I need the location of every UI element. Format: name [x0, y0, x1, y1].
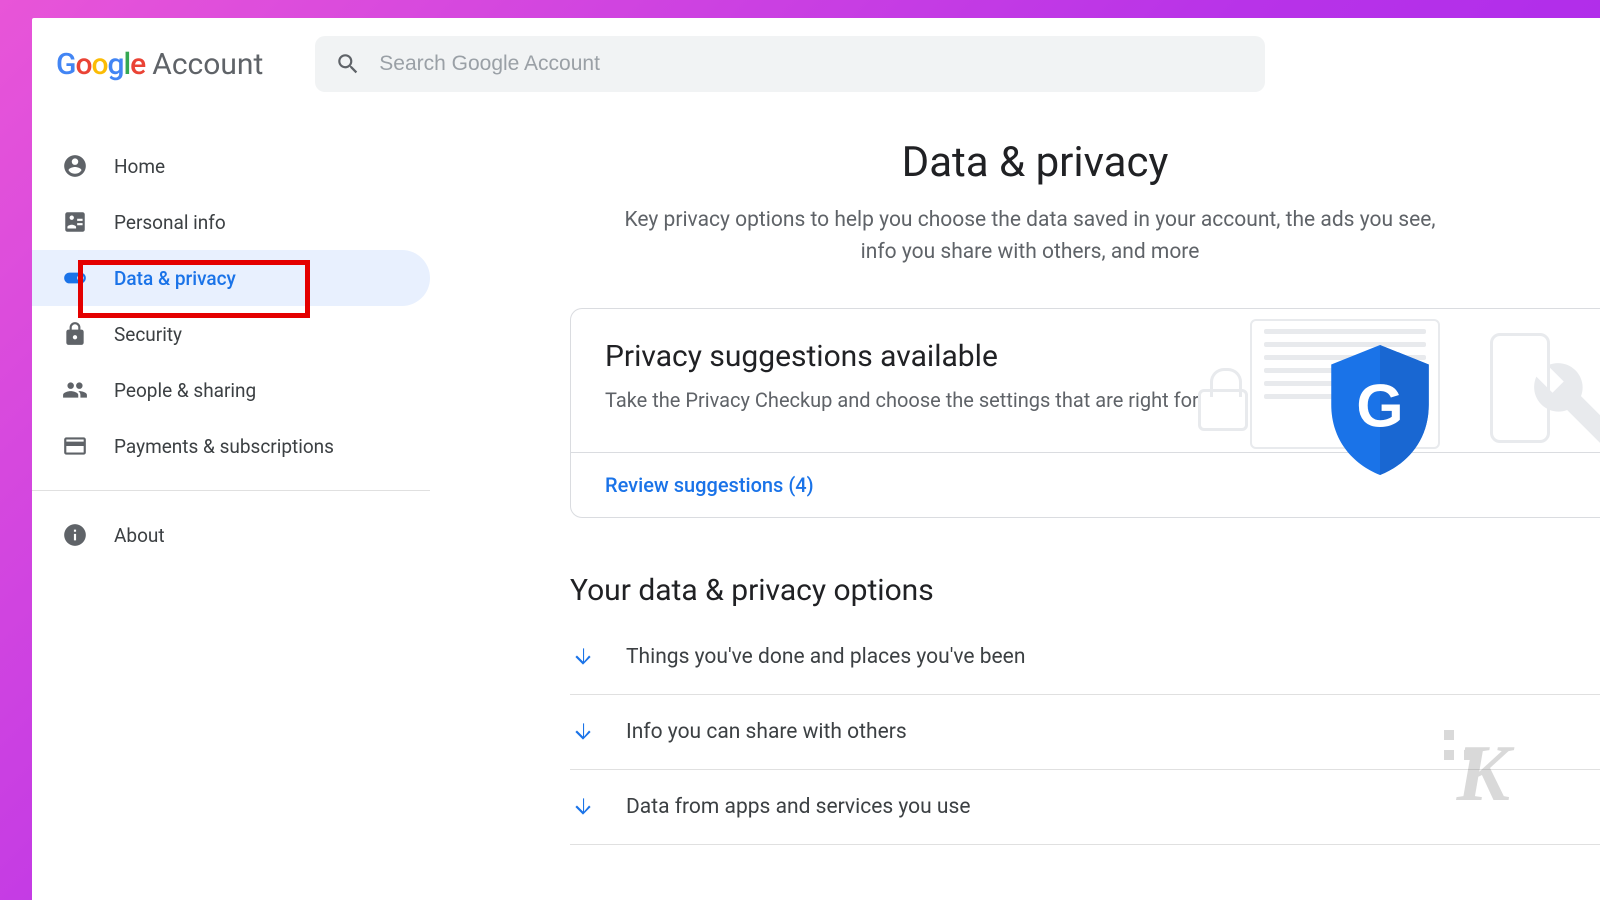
option-row-activity[interactable]: Things you've done and places you've bee…: [570, 638, 1600, 695]
svg-text:G: G: [1356, 371, 1403, 439]
google-account-logo[interactable]: Google Account: [56, 47, 263, 82]
sidebar-item-home[interactable]: Home: [32, 138, 430, 194]
sidebar: Home Personal info Data & privacy Securi…: [32, 110, 430, 897]
sidebar-item-people-sharing[interactable]: People & sharing: [32, 362, 430, 418]
sidebar-item-payments[interactable]: Payments & subscriptions: [32, 418, 430, 474]
sidebar-item-label: About: [114, 524, 165, 547]
wrench-icon: [1530, 359, 1600, 449]
option-row-apps-data[interactable]: Data from apps and services you use: [570, 770, 1600, 845]
top-bar: Google Account: [32, 18, 1600, 110]
user-circle-icon: [62, 153, 88, 179]
google-logo-text: Google: [56, 47, 145, 82]
page-title: Data & privacy: [470, 138, 1600, 187]
shield-g-icon: G: [1325, 345, 1435, 475]
main-content: Data & privacy Key privacy options to he…: [430, 110, 1600, 897]
lock-icon: [1198, 389, 1248, 431]
credit-card-icon: [62, 433, 88, 459]
review-suggestions-link[interactable]: Review suggestions (4): [605, 473, 814, 497]
data-privacy-options-section: Your data & privacy options Things you'v…: [570, 573, 1600, 845]
arrow-down-icon: [570, 644, 596, 670]
search-icon: [335, 51, 361, 77]
search-input[interactable]: [379, 52, 1245, 76]
arrow-down-icon: [570, 719, 596, 745]
annotation-red-box: [78, 260, 310, 318]
option-label: Info you can share with others: [626, 720, 907, 744]
arrow-down-icon: [570, 794, 596, 820]
privacy-illustration: G: [1180, 319, 1600, 489]
options-title: Your data & privacy options: [570, 573, 1600, 608]
sidebar-item-label: Personal info: [114, 211, 226, 234]
search-bar[interactable]: [315, 36, 1265, 92]
sidebar-item-personal-info[interactable]: Personal info: [32, 194, 430, 250]
account-word: Account: [152, 47, 263, 82]
info-icon: [62, 522, 88, 548]
sidebar-item-about[interactable]: About: [32, 507, 430, 563]
watermark: K: [1457, 729, 1510, 820]
people-icon: [62, 377, 88, 403]
sidebar-item-label: Home: [114, 155, 165, 178]
sidebar-item-label: Security: [114, 323, 182, 346]
option-label: Data from apps and services you use: [626, 795, 970, 819]
privacy-suggestions-card: Privacy suggestions available Take the P…: [570, 308, 1600, 518]
id-card-icon: [62, 209, 88, 235]
lock-icon: [62, 321, 88, 347]
sidebar-divider: [32, 490, 430, 491]
sidebar-item-label: People & sharing: [114, 379, 256, 402]
option-label: Things you've done and places you've bee…: [626, 645, 1025, 669]
sidebar-item-label: Payments & subscriptions: [114, 435, 334, 458]
page-subtitle: Key privacy options to help you choose t…: [620, 205, 1440, 268]
